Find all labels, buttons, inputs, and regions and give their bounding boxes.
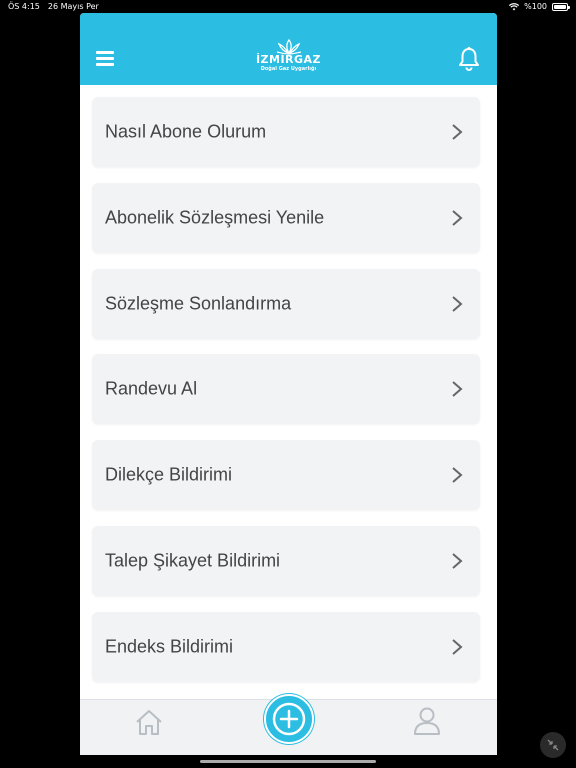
list-item-randevu-al[interactable]: Randevu Al <box>92 354 480 424</box>
bell-icon[interactable] <box>457 46 481 72</box>
status-time: ÖS 4:15 <box>8 2 40 11</box>
list-item-endeks-bildirimi[interactable]: Endeks Bildirimi <box>92 612 480 682</box>
plus-circle-icon <box>272 702 305 736</box>
battery-percent: %100 <box>524 2 547 11</box>
status-bar: ÖS 4:15 26 Mayıs Per %100 <box>0 0 576 14</box>
add-button[interactable] <box>263 694 314 744</box>
list-item-label: Dilekçe Bildirimi <box>105 464 233 485</box>
home-icon[interactable] <box>134 708 164 736</box>
collapse-button[interactable] <box>540 732 566 758</box>
list-item-dilekce-bildirimi[interactable]: Dilekçe Bildirimi <box>92 440 480 510</box>
logo-subtitle: Doğal Gaz Uygarlığı <box>260 66 317 72</box>
services-list: Nasıl Abone Olurum Abonelik Sözleşmesi Y… <box>80 85 497 699</box>
chevron-right-icon <box>452 296 463 312</box>
hamburger-icon[interactable] <box>96 51 114 67</box>
app-header: İZMİRGAZ Doğal Gaz Uygarlığı <box>80 13 497 85</box>
chevron-right-icon <box>452 553 463 569</box>
izmirgaz-logo: İZMİRGAZ Doğal Gaz Uygarlığı <box>249 38 329 72</box>
app-window: İZMİRGAZ Doğal Gaz Uygarlığı Nasıl Abone… <box>80 13 497 755</box>
collapse-arrows-icon <box>547 739 559 751</box>
chevron-right-icon <box>452 381 463 397</box>
bottom-navigation <box>80 694 497 755</box>
list-item-abonelik-sozlesmesi-yenile[interactable]: Abonelik Sözleşmesi Yenile <box>92 183 480 253</box>
battery-icon <box>552 2 570 11</box>
list-item-label: Talep Şikayet Bildirimi <box>105 550 281 571</box>
chevron-right-icon <box>452 124 463 140</box>
logo-title: İZMİRGAZ <box>255 53 322 66</box>
list-item-label: Abonelik Sözleşmesi Yenile <box>105 207 325 228</box>
user-icon[interactable] <box>413 706 441 736</box>
chevron-right-icon <box>452 639 463 655</box>
wifi-icon <box>509 2 520 10</box>
chevron-right-icon <box>452 210 463 226</box>
list-item-label: Endeks Bildirimi <box>105 636 234 657</box>
list-item-talep-sikayet-bildirimi[interactable]: Talep Şikayet Bildirimi <box>92 526 480 596</box>
list-item-sozlesme-sonlandirma[interactable]: Sözleşme Sonlandırma <box>92 269 480 339</box>
chevron-right-icon <box>452 467 463 483</box>
status-date: 26 Mayıs Per <box>47 2 99 11</box>
ipad-screen: ÖS 4:15 26 Mayıs Per %100 İZMİRGAZ Doğal… <box>0 0 576 768</box>
status-right: %100 <box>509 2 570 11</box>
list-item-label: Randevu Al <box>105 378 198 399</box>
list-item-label: Sözleşme Sonlandırma <box>105 293 292 314</box>
status-left: ÖS 4:15 26 Mayıs Per <box>8 2 99 11</box>
home-indicator[interactable] <box>200 760 376 763</box>
list-item-nasil-abone-olurum[interactable]: Nasıl Abone Olurum <box>92 97 480 167</box>
list-item-label: Nasıl Abone Olurum <box>105 121 267 142</box>
